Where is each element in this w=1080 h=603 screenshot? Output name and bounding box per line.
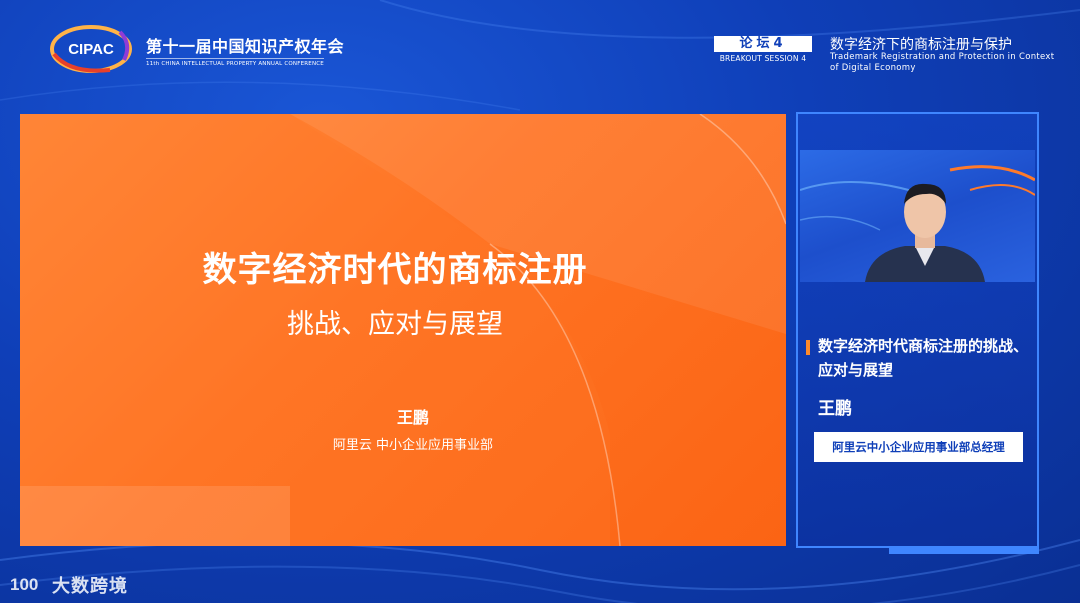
session-title: 数字经济下的商标注册与保护	[830, 37, 1012, 53]
watermark-text: 大数跨境	[52, 576, 128, 597]
slide-title: 数字经济时代的商标注册	[202, 250, 588, 290]
conference-title: 第十一届中国知识产权年会	[146, 37, 345, 56]
talk-title: 数字经济时代商标注册的挑战、应对与展望	[818, 337, 1029, 379]
logo-text: CIPAC	[68, 41, 114, 58]
watermark-logo-text: 100	[10, 575, 38, 594]
watermark-logo: 100	[10, 575, 38, 594]
slide-subtitle: 挑战、应对与展望	[287, 309, 503, 340]
slide-speaker-name: 王鹏	[396, 408, 429, 427]
speaker-video	[800, 150, 1035, 282]
session-label: 论坛4	[714, 36, 812, 52]
conference-subtitle: 11th CHINA INTELLECTUAL PROPERTY ANNUAL …	[146, 58, 324, 67]
session-badge: 论坛4 BREAKOUT SESSION 4	[714, 36, 812, 63]
speaker-figure	[865, 183, 985, 282]
title-accent-bar	[806, 340, 810, 355]
session-label-en: BREAKOUT SESSION 4	[719, 54, 807, 63]
panel-speaker-name: 王鹏	[818, 399, 852, 419]
speaker-panel: 数字经济时代商标注册的挑战、应对与展望 王鹏 阿里云中小企业应用事业部总经理	[796, 112, 1039, 554]
slide-department: 阿里云 中小企业应用事业部	[332, 438, 494, 453]
panel-corner-accent	[889, 548, 1039, 554]
speaker-role: 阿里云中小企业应用事业部总经理	[814, 432, 1023, 462]
cipac-logo: CIPAC	[50, 25, 132, 73]
session-title-en: Trademark Registration and Protection in…	[830, 52, 1055, 73]
presentation-slide: 数字经济时代的商标注册 挑战、应对与展望 王鹏 阿里云 中小企业应用事业部	[20, 114, 786, 546]
